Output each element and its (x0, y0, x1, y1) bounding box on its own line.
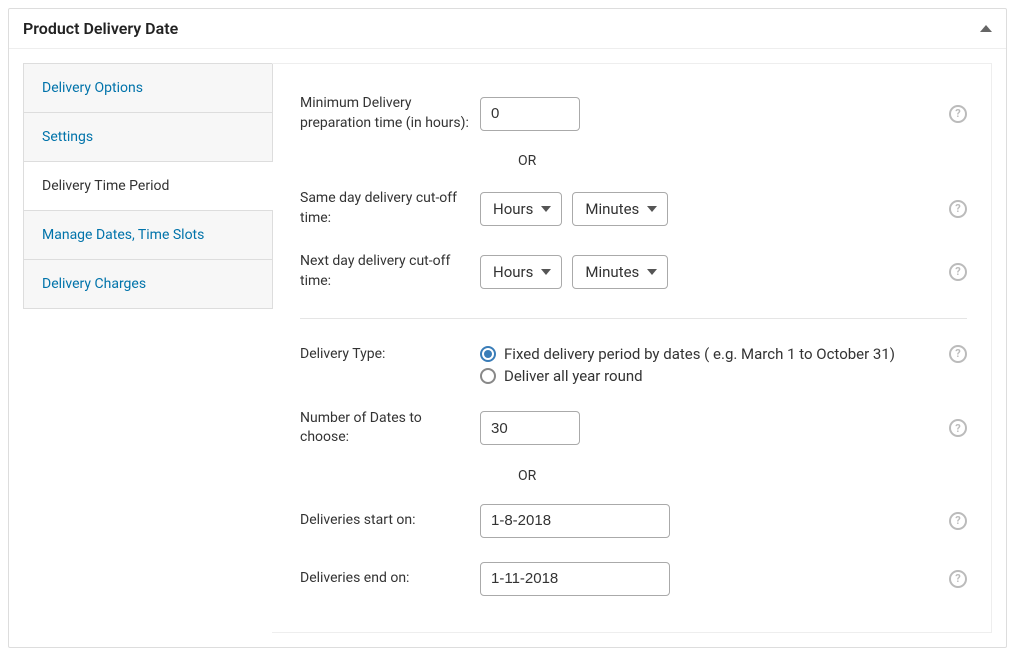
row-end-date: Deliveries end on: ? (300, 550, 967, 608)
radio-all-year[interactable]: Deliver all year round (480, 367, 895, 385)
select-next-day-minutes[interactable]: Minutes (572, 255, 668, 289)
radio-group-delivery-type: Fixed delivery period by dates ( e.g. Ma… (480, 345, 895, 385)
input-start-date[interactable] (480, 504, 670, 538)
panel-header: Product Delivery Date (9, 9, 1006, 49)
select-label: Hours (493, 200, 533, 218)
label-num-dates: Number of Dates to choose: (300, 409, 480, 448)
input-num-dates[interactable] (480, 411, 580, 445)
chevron-down-icon (541, 206, 551, 212)
radio-label: Fixed delivery period by dates ( e.g. Ma… (504, 345, 895, 363)
select-next-day-hours[interactable]: Hours (480, 255, 562, 289)
sidebar-item-delivery-charges[interactable]: Delivery Charges (24, 260, 272, 308)
settings-content: Minimum Delivery preparation time (in ho… (272, 63, 992, 633)
settings-sidebar: Delivery Options Settings Delivery Time … (23, 63, 273, 309)
help-icon[interactable]: ? (949, 570, 967, 588)
sidebar-item-label: Delivery Options (42, 80, 143, 96)
select-label: Minutes (585, 200, 639, 218)
label-min-prep: Minimum Delivery preparation time (in ho… (300, 94, 480, 133)
sidebar-item-settings[interactable]: Settings (24, 113, 272, 162)
sidebar-item-label: Delivery Charges (42, 276, 146, 292)
row-num-dates: Number of Dates to choose: ? (300, 397, 967, 460)
label-same-day: Same day delivery cut-off time: (300, 189, 480, 228)
collapse-toggle-icon[interactable] (980, 25, 992, 32)
input-min-prep[interactable] (480, 97, 580, 131)
label-end-date: Deliveries end on: (300, 569, 480, 589)
panel-title: Product Delivery Date (23, 19, 178, 38)
section-divider (300, 318, 967, 319)
label-delivery-type: Delivery Type: (300, 345, 480, 365)
help-icon[interactable]: ? (949, 512, 967, 530)
radio-label: Deliver all year round (504, 367, 643, 385)
sidebar-item-label: Delivery Time Period (42, 178, 169, 194)
select-label: Hours (493, 263, 533, 281)
help-icon[interactable]: ? (949, 345, 967, 363)
radio-fixed-period[interactable]: Fixed delivery period by dates ( e.g. Ma… (480, 345, 895, 363)
sidebar-item-manage-dates[interactable]: Manage Dates, Time Slots (24, 211, 272, 260)
help-icon[interactable]: ? (949, 263, 967, 281)
label-start-date: Deliveries start on: (300, 511, 480, 531)
chevron-down-icon (541, 269, 551, 275)
sidebar-item-delivery-options[interactable]: Delivery Options (24, 64, 272, 113)
row-next-day-cutoff: Next day delivery cut-off time: Hours Mi… (300, 240, 967, 303)
select-label: Minutes (585, 263, 639, 281)
radio-icon (480, 368, 496, 384)
or-separator: OR (300, 145, 967, 177)
row-start-date: Deliveries start on: ? (300, 492, 967, 550)
sidebar-item-delivery-time-period[interactable]: Delivery Time Period (24, 162, 272, 211)
row-min-prep: Minimum Delivery preparation time (in ho… (300, 82, 967, 145)
sidebar-item-label: Settings (42, 129, 93, 145)
select-same-day-minutes[interactable]: Minutes (572, 192, 668, 226)
radio-icon (480, 346, 496, 362)
label-next-day: Next day delivery cut-off time: (300, 252, 480, 291)
sidebar-item-label: Manage Dates, Time Slots (42, 227, 204, 243)
input-end-date[interactable] (480, 562, 670, 596)
row-same-day-cutoff: Same day delivery cut-off time: Hours Mi… (300, 177, 967, 240)
panel-body: Delivery Options Settings Delivery Time … (9, 49, 1006, 647)
help-icon[interactable]: ? (949, 419, 967, 437)
row-delivery-type: Delivery Type: Fixed delivery period by … (300, 333, 967, 397)
chevron-down-icon (647, 206, 657, 212)
help-icon[interactable]: ? (949, 200, 967, 218)
or-separator: OR (300, 460, 967, 492)
select-same-day-hours[interactable]: Hours (480, 192, 562, 226)
help-icon[interactable]: ? (949, 105, 967, 123)
chevron-down-icon (647, 269, 657, 275)
settings-panel: Product Delivery Date Delivery Options S… (8, 8, 1007, 648)
